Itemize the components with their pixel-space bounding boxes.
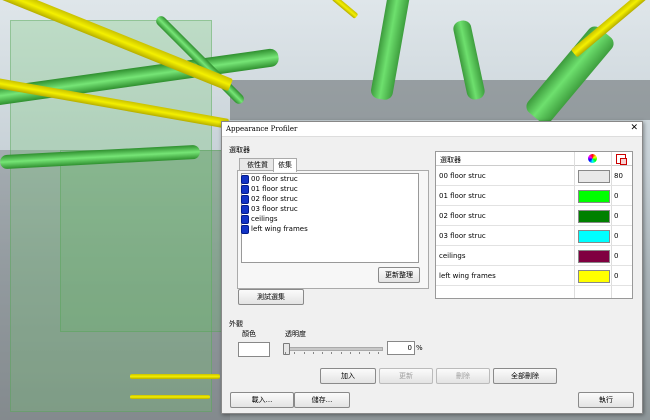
update-selected-button[interactable]: 更新 (379, 368, 433, 384)
glass-volume (60, 150, 222, 332)
row-transparency: 0 (614, 192, 619, 200)
load-button[interactable]: 載入... (230, 392, 294, 408)
appearance-label: 外觀 (229, 320, 243, 328)
transparency-icon (616, 154, 627, 165)
dialog-title: Appearance Profiler (226, 125, 298, 133)
transparency-slider[interactable] (283, 343, 383, 355)
color-label: 顏色 (242, 330, 256, 338)
set-icon (241, 224, 249, 234)
row-color-swatch[interactable] (578, 270, 610, 283)
set-icon (241, 184, 249, 194)
transparency-label: 透明度 (285, 330, 306, 338)
color-picker-button[interactable] (238, 342, 270, 357)
table-row[interactable]: 02 floor struc 0 (436, 206, 632, 226)
row-name: ceilings (439, 252, 466, 260)
save-button[interactable]: 儲存... (294, 392, 350, 408)
grid-header: 選取器 (436, 152, 632, 166)
row-transparency: 0 (614, 252, 619, 260)
row-transparency: 0 (614, 212, 619, 220)
row-color-swatch[interactable] (578, 190, 610, 203)
row-name: 03 floor struc (439, 232, 486, 240)
percent-sign: % (416, 344, 423, 352)
delete-all-button[interactable]: 全部刪除 (493, 368, 557, 384)
table-row[interactable]: left wing frames 0 (436, 266, 632, 286)
set-icon (241, 194, 249, 204)
add-button[interactable]: 加入 (320, 368, 376, 384)
tree-item[interactable]: 03 floor struc (241, 204, 298, 214)
table-row[interactable]: 03 floor struc 0 (436, 226, 632, 246)
set-icon (241, 174, 249, 184)
row-name: 00 floor struc (439, 172, 486, 180)
color-wheel-icon (588, 154, 597, 163)
tree-item[interactable]: 00 floor struc (241, 174, 298, 184)
row-color-swatch[interactable] (578, 250, 610, 263)
tree-item[interactable]: left wing frames (241, 224, 308, 234)
transparency-input[interactable]: 0 (387, 341, 415, 355)
selector-group-label: 選取器 (229, 146, 250, 154)
table-row[interactable]: 00 floor struc 80 (436, 166, 632, 186)
row-transparency: 80 (614, 172, 623, 180)
beam (130, 374, 220, 379)
slider-track (283, 347, 383, 351)
grid-header-label: 選取器 (440, 156, 461, 164)
delete-button[interactable]: 刪除 (436, 368, 490, 384)
title-bar[interactable]: Appearance Profiler ✕ (222, 122, 642, 137)
appearance-profiler-dialog: Appearance Profiler ✕ 選取器 依性質 依集 00 floo… (221, 121, 643, 414)
selector-grid: 選取器 00 floor struc 80 01 floor struc 0 0… (435, 151, 633, 299)
tree-item[interactable]: ceilings (241, 214, 278, 224)
row-name: 02 floor struc (439, 212, 486, 220)
set-icon (241, 204, 249, 214)
table-row[interactable]: ceilings 0 (436, 246, 632, 266)
set-icon (241, 214, 249, 224)
test-select-button[interactable]: 測試選集 (238, 289, 304, 305)
tab-by-set[interactable]: 依集 (273, 158, 297, 172)
slider-ticks (285, 352, 379, 355)
row-transparency: 0 (614, 272, 619, 280)
row-color-swatch[interactable] (578, 210, 610, 223)
row-transparency: 0 (614, 232, 619, 240)
beam (130, 395, 210, 399)
table-row[interactable]: 01 floor struc 0 (436, 186, 632, 206)
row-name: left wing frames (439, 272, 496, 280)
tree-item[interactable]: 02 floor struc (241, 194, 298, 204)
beam (331, 0, 359, 19)
tree-item[interactable]: 01 floor struc (241, 184, 298, 194)
update-button[interactable]: 更新整理 (378, 267, 420, 283)
run-button[interactable]: 執行 (578, 392, 634, 408)
row-color-swatch[interactable] (578, 230, 610, 243)
close-icon[interactable]: ✕ (630, 123, 638, 133)
row-color-swatch[interactable] (578, 170, 610, 183)
row-name: 01 floor struc (439, 192, 486, 200)
building-floor-slab (230, 80, 650, 120)
